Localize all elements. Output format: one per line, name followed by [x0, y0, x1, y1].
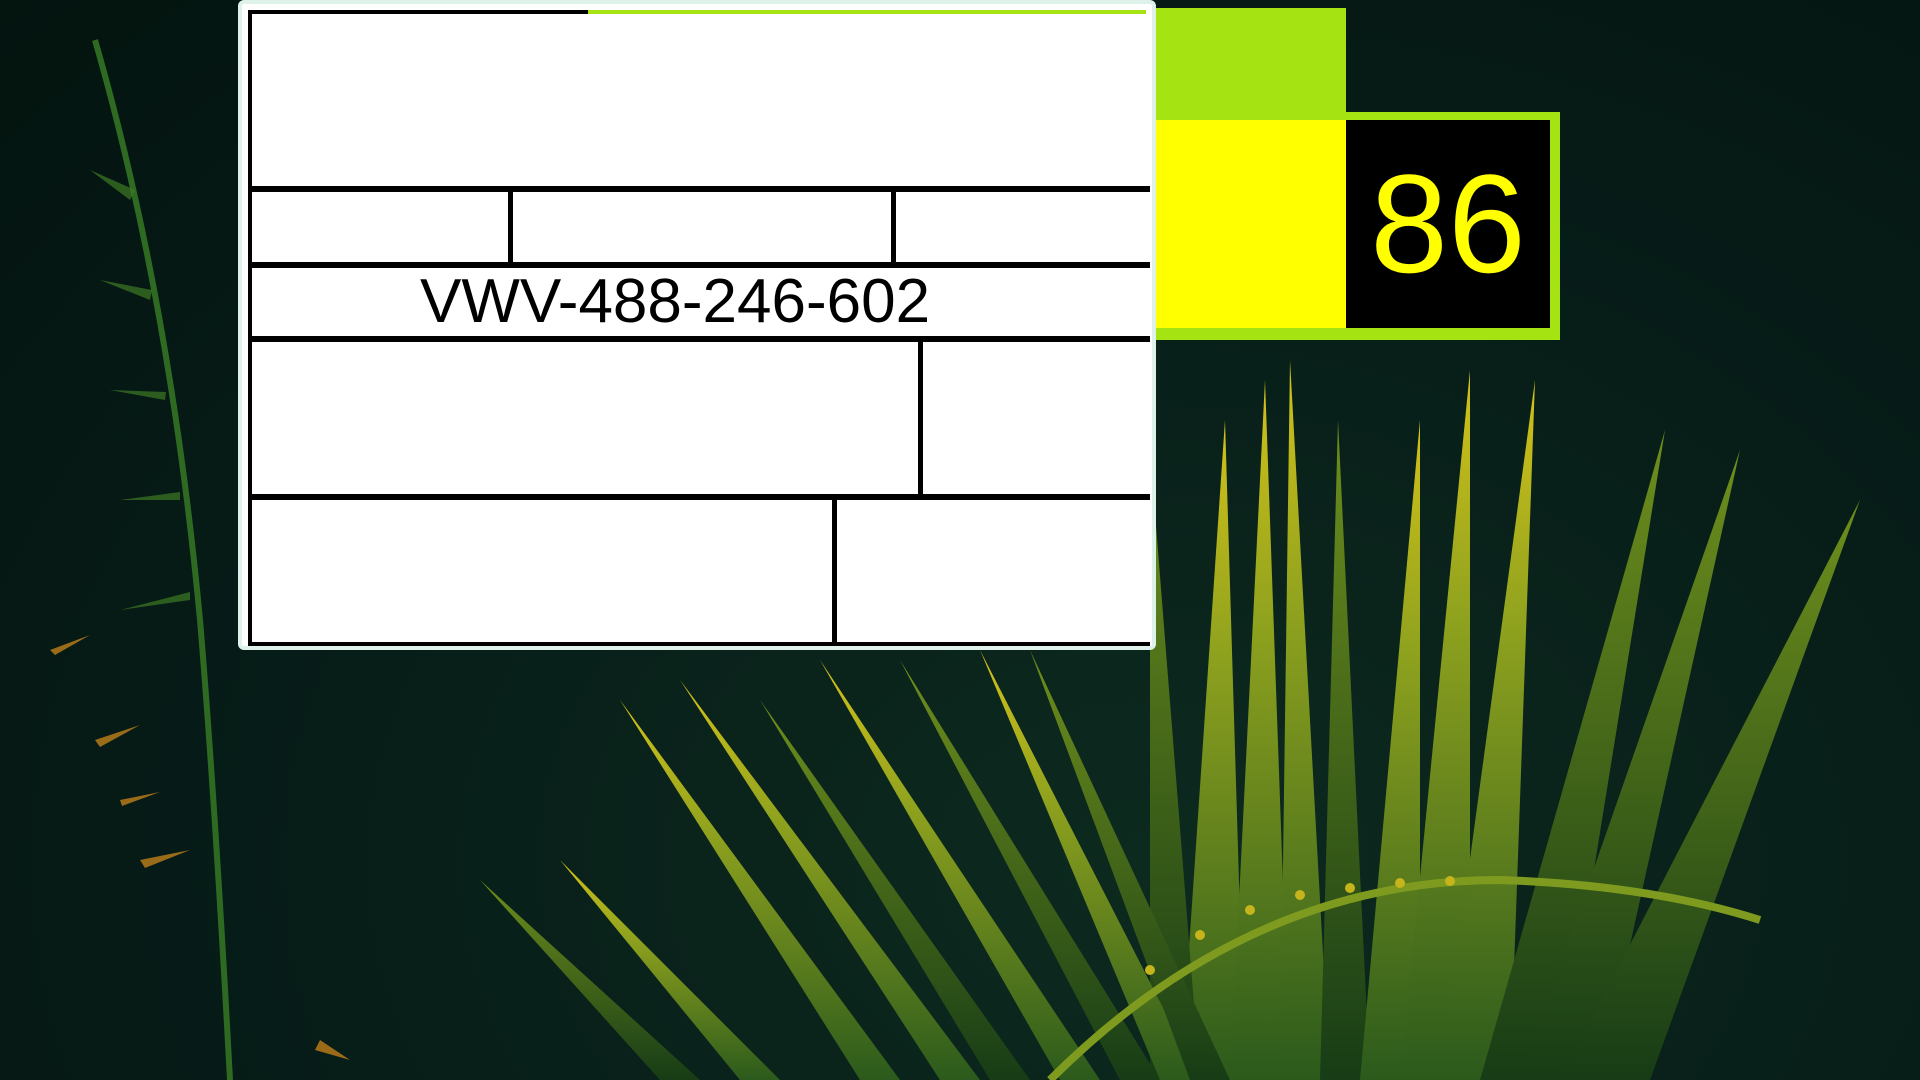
- score-value: 86: [1370, 145, 1526, 302]
- form-field[interactable]: [252, 192, 508, 262]
- score-panel: D 86: [1150, 112, 1560, 340]
- score-widget-tab: [1150, 8, 1346, 112]
- form-row-2: [252, 186, 1150, 262]
- form-grid: VWV-488-246-602: [248, 14, 1150, 646]
- form-field[interactable]: [923, 342, 1150, 494]
- score-widget: D 86: [1150, 8, 1560, 340]
- plate-number[interactable]: VWV-488-246-602: [252, 268, 1150, 336]
- form-row-4: [252, 336, 1150, 494]
- form-field[interactable]: [252, 342, 918, 494]
- form-header-row: [252, 14, 1150, 186]
- form-field[interactable]: [252, 500, 832, 642]
- score-label-box: D: [1150, 120, 1346, 328]
- form-field[interactable]: [896, 192, 1150, 262]
- plate-row: VWV-488-246-602: [252, 262, 1150, 336]
- form-field[interactable]: [837, 500, 1150, 642]
- score-value-box: 86: [1346, 120, 1550, 328]
- form-field[interactable]: [513, 192, 891, 262]
- form-row-5: [252, 494, 1150, 646]
- form-window[interactable]: VWV-488-246-602: [238, 0, 1156, 650]
- header-cell[interactable]: [252, 14, 1150, 186]
